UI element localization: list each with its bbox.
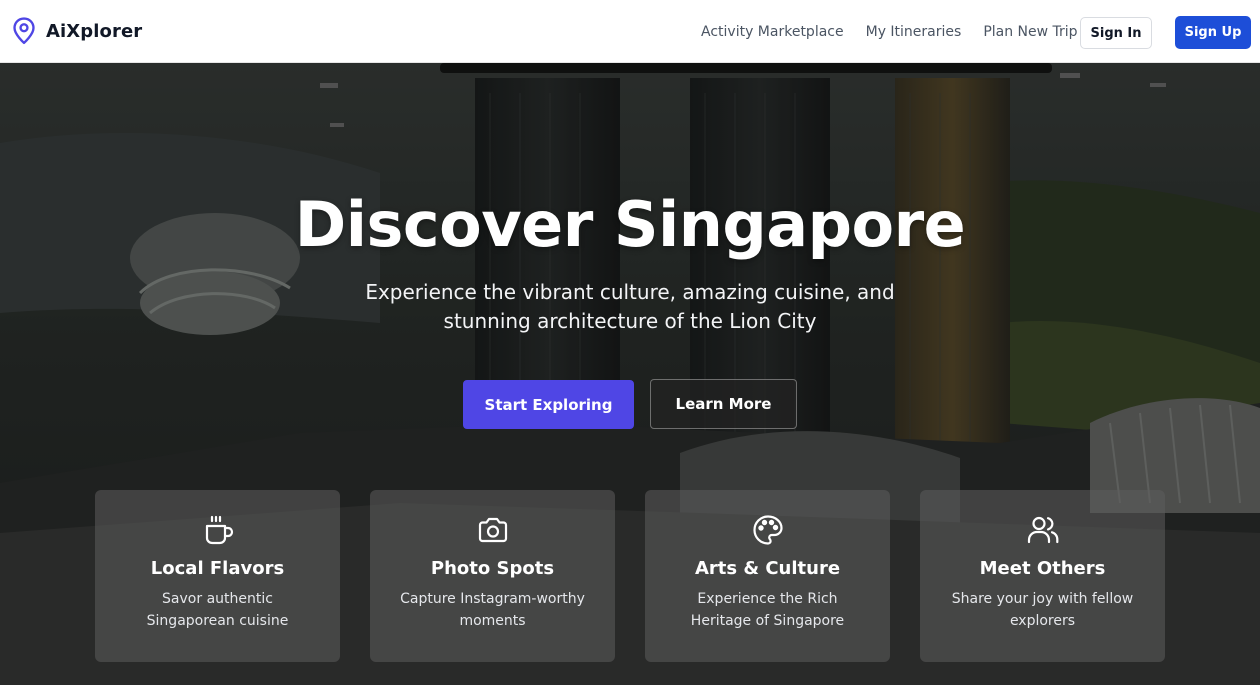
top-navbar: AiXplorer Activity Marketplace My Itiner… [0,0,1260,63]
feature-card-photo-spots[interactable]: Photo Spots Capture Instagram-worthy mom… [370,490,615,662]
nav-link-activity-marketplace[interactable]: Activity Marketplace [701,24,844,40]
feature-title: Arts & Culture [694,558,841,579]
hero-subtitle: Experience the vibrant culture, amazing … [365,280,895,333]
map-pin-icon [13,17,35,45]
nav-link-my-itineraries[interactable]: My Itineraries [866,24,962,40]
feature-description: Savor authentic Singaporean cuisine [146,591,289,629]
learn-more-button[interactable]: Learn More [650,379,797,429]
feature-title: Local Flavors [150,558,285,579]
feature-card-local-flavors[interactable]: Local Flavors Savor authentic Singaporea… [95,490,340,662]
start-exploring-button[interactable]: Start Exploring [463,380,634,429]
feature-title: Meet Others [979,558,1106,579]
main-nav: Activity Marketplace My Itineraries Plan… [701,0,1078,63]
sign-up-button[interactable]: Sign Up [1175,16,1251,49]
feature-card-arts-culture[interactable]: Arts & Culture Experience the Rich Herit… [645,490,890,662]
sign-in-button[interactable]: Sign In [1080,17,1152,49]
hero-section: Discover Singapore Experience the vibran… [0,63,1260,685]
coffee-cup-icon [205,515,233,545]
hero-title: Discover Singapore [294,188,966,261]
feature-description: Experience the Rich Heritage of Singapor… [690,591,845,629]
camera-icon [478,517,507,543]
palette-icon [752,515,783,545]
brand-logo[interactable]: AiXplorer [11,17,142,45]
feature-description: Capture Instagram-worthy moments [400,591,585,629]
nav-link-plan-new-trip[interactable]: Plan New Trip [983,24,1077,40]
brand-name: AiXplorer [46,20,143,42]
feature-card-meet-others[interactable]: Meet Others Share your joy with fellow e… [920,490,1165,662]
users-icon [1027,516,1058,544]
feature-description: Share your joy with fellow explorers [951,591,1134,629]
feature-title: Photo Spots [430,558,555,579]
